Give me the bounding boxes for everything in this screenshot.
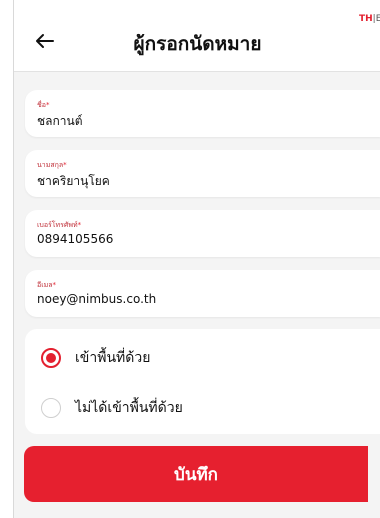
- header: ผู้กรอกนัดหมาย TH|E: [14, 0, 380, 72]
- radio-selected-icon[interactable]: [41, 348, 61, 368]
- radio-label-enter-area: เข้าพื้นที่ด้วย: [75, 350, 151, 366]
- required-mark: *: [45, 101, 50, 109]
- required-mark: *: [52, 281, 57, 289]
- lang-th[interactable]: TH: [359, 14, 373, 24]
- last-name-label: นามสกุล: [37, 161, 64, 169]
- phone-input[interactable]: 0894105566: [37, 232, 357, 246]
- email-input[interactable]: noey@nimbus.co.th: [37, 292, 357, 306]
- radio-option-not-enter-area[interactable]: ไม่ได้เข้าพื้นที่ด้วย: [41, 397, 183, 419]
- email-label: อีเมล: [37, 281, 53, 289]
- phone-field[interactable]: เบอร์โทรศัพท์* 0894105566: [25, 210, 380, 257]
- phone-label: เบอร์โทรศัพท์: [37, 221, 78, 229]
- required-mark: *: [63, 161, 67, 169]
- first-name-input[interactable]: ชลกานต์: [37, 112, 357, 131]
- email-field[interactable]: อีเมล* noey@nimbus.co.th: [25, 270, 380, 317]
- radio-unselected-icon[interactable]: [41, 398, 61, 418]
- last-name-input[interactable]: ชาคริยานุโยค: [37, 172, 357, 191]
- lang-en[interactable]: E: [376, 14, 380, 24]
- first-name-field[interactable]: ชื่อ* ชลกานต์: [25, 90, 380, 137]
- radio-label-not-enter-area: ไม่ได้เข้าพื้นที่ด้วย: [75, 400, 183, 416]
- save-button[interactable]: บันทึก: [24, 446, 368, 502]
- required-mark: *: [77, 221, 82, 229]
- last-name-field[interactable]: นามสกุล* ชาคริยานุโยค: [25, 150, 380, 197]
- radio-option-enter-area[interactable]: เข้าพื้นที่ด้วย: [41, 347, 150, 369]
- language-switcher[interactable]: TH|E: [359, 14, 380, 24]
- appointment-screen: ผู้กรอกนัดหมาย TH|E ชื่อ* ชลกานต์ นามสกุ…: [13, 0, 380, 518]
- first-name-label: ชื่อ: [37, 101, 46, 109]
- page-title: ผู้กรอกนัดหมาย: [133, 33, 262, 55]
- attendance-options: เข้าพื้นที่ด้วย ไม่ได้เข้าพื้นที่ด้วย: [25, 329, 380, 434]
